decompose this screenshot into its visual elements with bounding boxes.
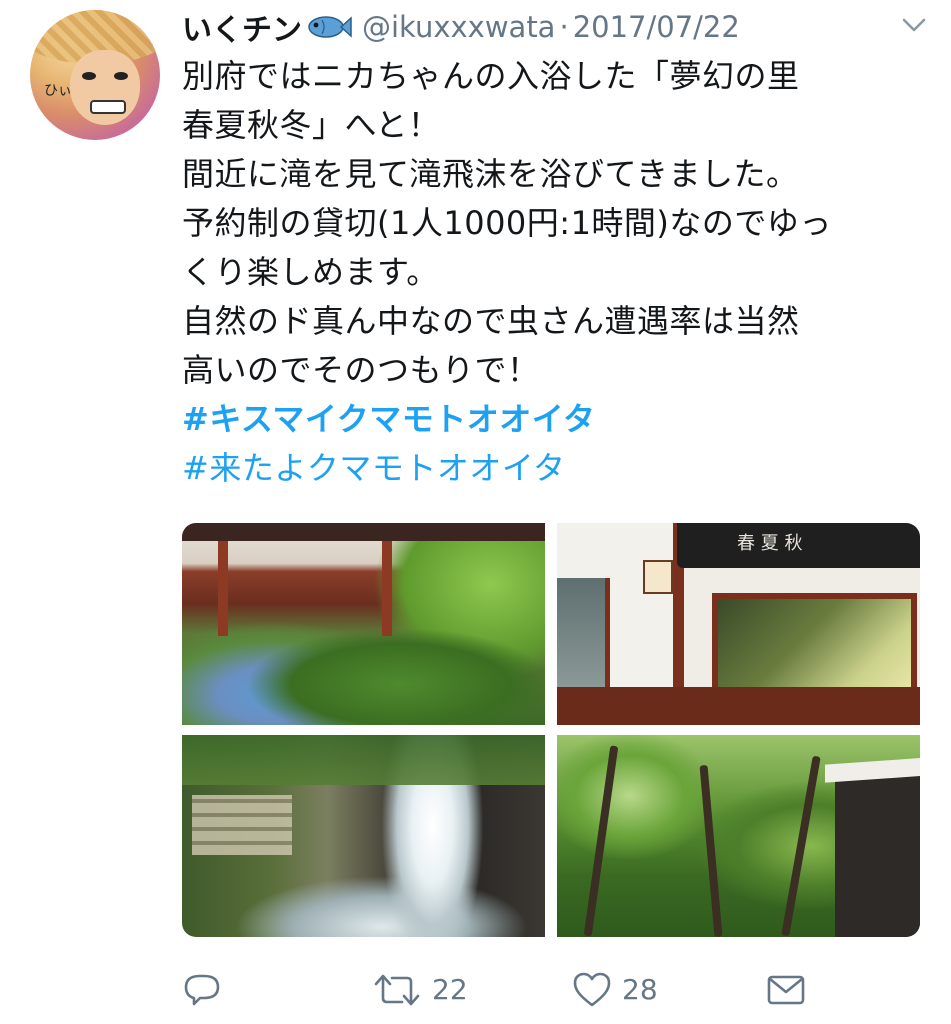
- photo-lamp: [643, 560, 673, 594]
- like-count: 28: [622, 973, 658, 1006]
- like-button[interactable]: 28: [572, 970, 658, 1010]
- hashtag-link[interactable]: #来たよクマモトオオイタ: [182, 444, 927, 493]
- hashtag-link[interactable]: #キスマイクマモトオオイタ: [182, 395, 927, 444]
- heart-icon: [573, 972, 611, 1006]
- retweet-button[interactable]: 22: [372, 970, 468, 1010]
- tweet-line: 自然のド真ん中なので虫さん遭遇率は当然: [182, 302, 800, 340]
- tweet-text: 別府ではニカちゃんの入浴した「夢幻の里 春夏秋冬」へと！ 間近に滝を見て滝飛沫を…: [182, 52, 927, 493]
- photo-garden-building[interactable]: [182, 523, 545, 725]
- tweet-date[interactable]: 2017/07/22: [573, 10, 740, 44]
- photo-pillar: [382, 541, 392, 636]
- avatar-doodle-text: ひぃ: [44, 83, 72, 99]
- tweet-line: くり楽しめます。: [182, 253, 439, 291]
- retweet-icon: [374, 974, 420, 1005]
- tweet-header: いくチン @ikuxxxwata · 2017/07/22: [182, 4, 951, 50]
- tweet-line: 間近に滝を見て滝飛沫を浴びてきました。: [182, 155, 799, 193]
- avatar-eye-right: [114, 72, 128, 80]
- retweet-count: 22: [432, 973, 468, 1006]
- tweet-line: 春夏秋冬」へと！: [182, 106, 441, 144]
- photo-tree-trunk: [781, 755, 821, 937]
- tweet-line: 高いのでそのつもりで！: [182, 351, 540, 389]
- chevron-down-icon[interactable]: [901, 16, 927, 34]
- banner-text: 春 夏 秋: [737, 533, 803, 554]
- photo-waterfall[interactable]: [182, 735, 545, 937]
- reply-button[interactable]: [182, 970, 222, 1010]
- photo-moss: [182, 735, 545, 785]
- envelope-icon: [767, 975, 805, 1004]
- photo-tree-trunk: [583, 745, 619, 937]
- avatar[interactable]: ひぃ: [30, 10, 160, 140]
- photo-tree-trunk: [699, 764, 723, 937]
- fish-icon: [308, 16, 352, 38]
- photo-banner: 春 夏 秋: [677, 523, 920, 568]
- separator-dot: ·: [559, 10, 569, 44]
- photo-roof: [182, 523, 545, 541]
- direct-message-button[interactable]: [766, 970, 806, 1010]
- photo-building: [835, 775, 920, 937]
- photo-stone-wall: [192, 795, 292, 855]
- photo-pillar: [218, 541, 228, 636]
- tweet-actions: 22 28: [182, 962, 927, 1017]
- photo-forest[interactable]: [557, 735, 920, 937]
- avatar-eye-left: [82, 72, 96, 80]
- media-grid: 春 夏 秋: [182, 523, 920, 937]
- tweet-line: 別府ではニカちゃんの入浴した「夢幻の里: [182, 57, 800, 95]
- avatar-face: [70, 50, 140, 125]
- avatar-mouth: [90, 100, 126, 114]
- photo-entrance[interactable]: 春 夏 秋: [557, 523, 920, 725]
- tweet-line: 予約制の貸切(1人1000円:1時間)なのでゆっ: [182, 204, 832, 242]
- reply-icon: [184, 974, 220, 1005]
- display-name[interactable]: いくチン: [182, 5, 302, 49]
- photo-base: [557, 687, 920, 725]
- user-handle[interactable]: @ikuxxxwata: [362, 10, 555, 44]
